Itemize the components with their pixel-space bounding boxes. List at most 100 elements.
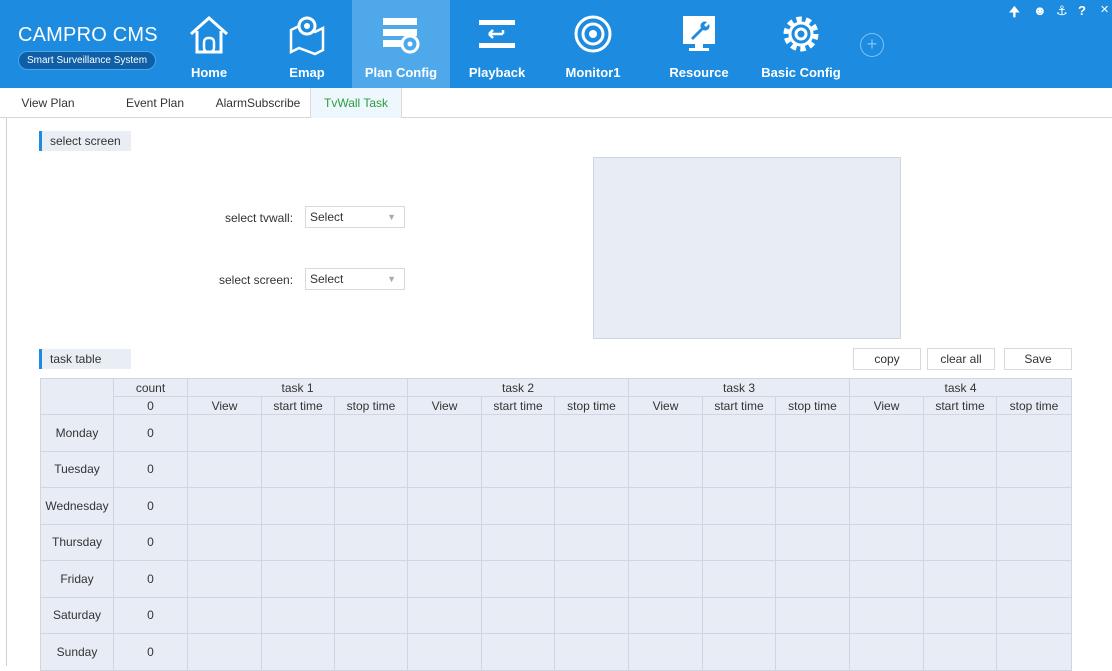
nav-emap[interactable]: Emap (258, 0, 356, 88)
schedule-cell[interactable] (407, 450, 482, 488)
schedule-cell[interactable] (554, 523, 629, 561)
schedule-cell[interactable] (407, 414, 482, 452)
schedule-cell[interactable] (187, 450, 262, 488)
save-button[interactable]: Save (1004, 348, 1072, 370)
schedule-cell[interactable] (996, 523, 1072, 561)
tab-tvwall-task[interactable]: TvWall Task (310, 88, 402, 118)
select-screen-dropdown[interactable]: Select ▼ (305, 268, 405, 290)
copy-button[interactable]: copy (853, 348, 921, 370)
schedule-cell[interactable] (187, 560, 262, 598)
schedule-cell[interactable] (261, 523, 335, 561)
schedule-cell[interactable] (261, 633, 335, 671)
schedule-cell[interactable] (702, 523, 776, 561)
schedule-cell[interactable] (628, 450, 703, 488)
schedule-cell[interactable] (628, 487, 703, 525)
schedule-cell[interactable] (775, 450, 850, 488)
nav-plan-config[interactable]: Plan Config (352, 0, 450, 88)
schedule-cell[interactable] (996, 560, 1072, 598)
schedule-cell[interactable] (554, 414, 629, 452)
tab-alarm-subscribe[interactable]: AlarmSubscribe (206, 88, 310, 118)
close-icon[interactable]: ✕ (1100, 3, 1109, 16)
schedule-cell[interactable] (702, 560, 776, 598)
schedule-cell[interactable] (849, 596, 924, 634)
nav-home[interactable]: Home (160, 0, 258, 88)
schedule-cell[interactable] (702, 414, 776, 452)
tab-view-plan[interactable]: View Plan (0, 88, 96, 118)
schedule-cell[interactable] (775, 596, 850, 634)
schedule-cell[interactable] (481, 450, 555, 488)
schedule-cell[interactable] (481, 523, 555, 561)
schedule-cell[interactable] (923, 414, 997, 452)
nav-playback[interactable]: Playback (448, 0, 546, 88)
schedule-cell[interactable] (407, 596, 482, 634)
pin-icon[interactable]: 🠉 (1009, 3, 1020, 25)
schedule-cell[interactable] (407, 523, 482, 561)
schedule-cell[interactable] (775, 560, 850, 598)
schedule-cell[interactable] (628, 596, 703, 634)
schedule-cell[interactable] (702, 487, 776, 525)
schedule-cell[interactable] (996, 414, 1072, 452)
schedule-cell[interactable] (775, 633, 850, 671)
schedule-cell[interactable] (554, 596, 629, 634)
schedule-cell[interactable] (187, 523, 262, 561)
schedule-cell[interactable] (407, 560, 482, 598)
schedule-cell[interactable] (554, 560, 629, 598)
schedule-cell[interactable] (334, 523, 408, 561)
schedule-cell[interactable] (775, 523, 850, 561)
schedule-cell[interactable] (554, 487, 629, 525)
schedule-cell[interactable] (849, 523, 924, 561)
schedule-cell[interactable] (775, 414, 850, 452)
schedule-cell[interactable] (923, 596, 997, 634)
schedule-cell[interactable] (775, 487, 850, 525)
help-icon[interactable]: ? (1078, 3, 1086, 18)
schedule-cell[interactable] (187, 633, 262, 671)
schedule-cell[interactable] (554, 633, 629, 671)
nav-basic-config[interactable]: Basic Config (752, 0, 850, 88)
schedule-cell[interactable] (996, 450, 1072, 488)
schedule-cell[interactable] (923, 633, 997, 671)
schedule-cell[interactable] (702, 450, 776, 488)
schedule-cell[interactable] (187, 414, 262, 452)
schedule-cell[interactable] (628, 523, 703, 561)
schedule-cell[interactable] (849, 633, 924, 671)
schedule-cell[interactable] (407, 633, 482, 671)
schedule-cell[interactable] (481, 414, 555, 452)
schedule-cell[interactable] (628, 633, 703, 671)
schedule-cell[interactable] (849, 487, 924, 525)
schedule-cell[interactable] (996, 596, 1072, 634)
nav-resource[interactable]: Resource (650, 0, 748, 88)
schedule-cell[interactable] (334, 487, 408, 525)
schedule-cell[interactable] (261, 560, 335, 598)
lock-icon[interactable]: ⚓ (1056, 3, 1068, 19)
schedule-cell[interactable] (261, 414, 335, 452)
schedule-cell[interactable] (334, 560, 408, 598)
schedule-cell[interactable] (334, 633, 408, 671)
schedule-cell[interactable] (702, 633, 776, 671)
schedule-cell[interactable] (849, 414, 924, 452)
schedule-cell[interactable] (261, 450, 335, 488)
schedule-cell[interactable] (702, 596, 776, 634)
schedule-cell[interactable] (849, 560, 924, 598)
schedule-cell[interactable] (261, 487, 335, 525)
schedule-cell[interactable] (849, 450, 924, 488)
schedule-cell[interactable] (996, 487, 1072, 525)
schedule-cell[interactable] (923, 523, 997, 561)
user-icon[interactable]: ☻ (1033, 3, 1047, 18)
schedule-cell[interactable] (187, 596, 262, 634)
schedule-cell[interactable] (481, 560, 555, 598)
schedule-cell[interactable] (554, 450, 629, 488)
schedule-cell[interactable] (334, 596, 408, 634)
schedule-cell[interactable] (628, 414, 703, 452)
schedule-cell[interactable] (628, 560, 703, 598)
schedule-cell[interactable] (481, 596, 555, 634)
clear-all-button[interactable]: clear all (927, 348, 995, 370)
nav-monitor1[interactable]: Monitor1 (544, 0, 642, 88)
add-module-button[interactable]: + (860, 33, 884, 57)
select-tvwall-dropdown[interactable]: Select ▼ (305, 206, 405, 228)
schedule-cell[interactable] (187, 487, 262, 525)
tvwall-preview-area[interactable] (593, 157, 901, 339)
schedule-cell[interactable] (334, 450, 408, 488)
schedule-cell[interactable] (923, 560, 997, 598)
schedule-cell[interactable] (407, 487, 482, 525)
schedule-cell[interactable] (261, 596, 335, 634)
